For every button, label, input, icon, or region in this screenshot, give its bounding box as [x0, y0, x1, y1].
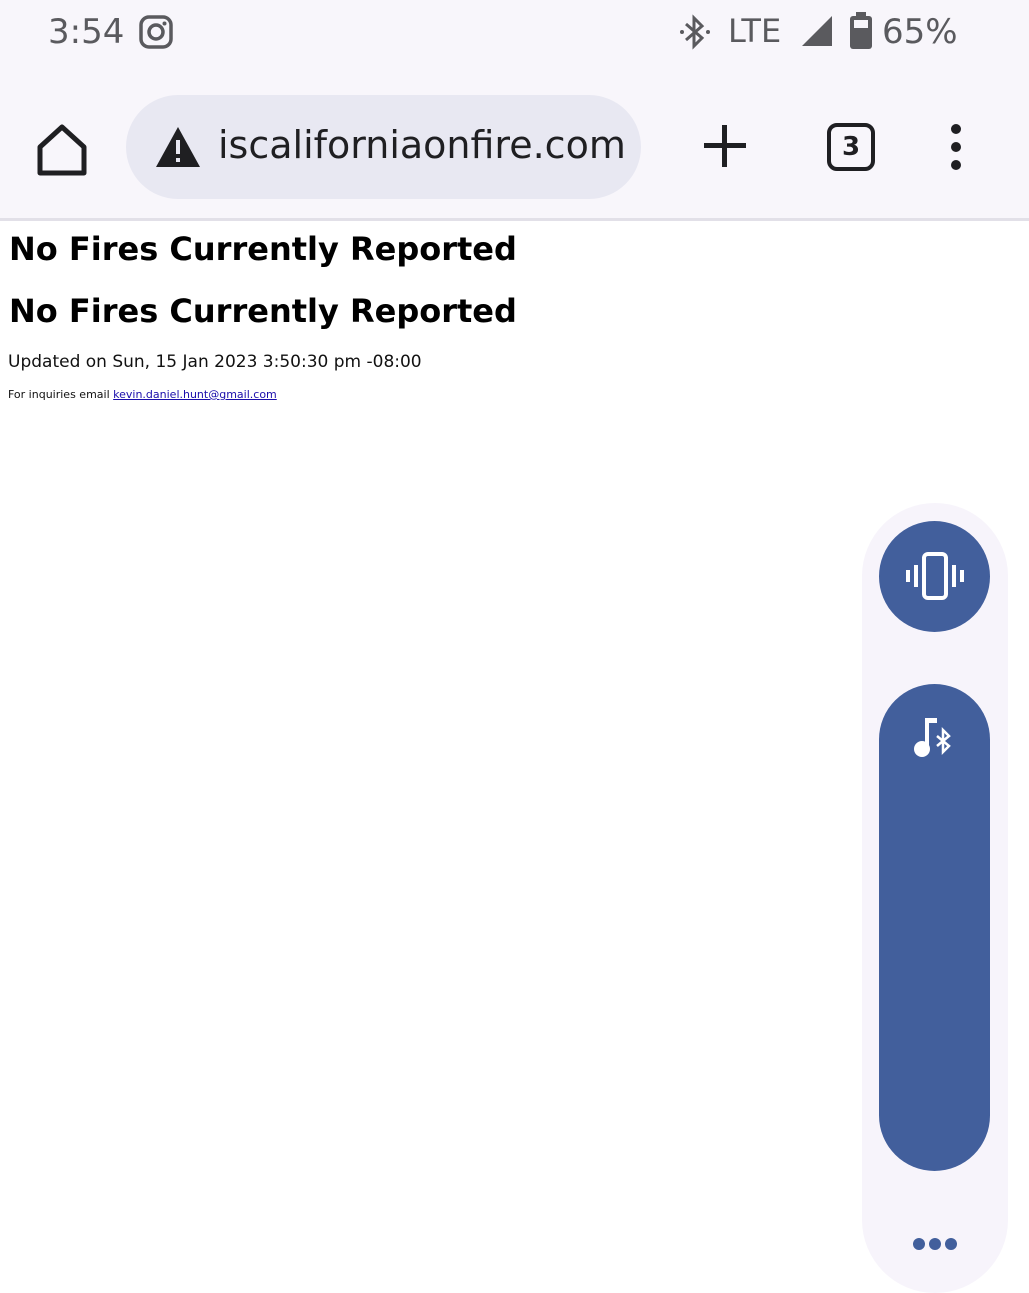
- ringer-mode-button[interactable]: [879, 521, 990, 632]
- status-time: 3:54: [48, 12, 125, 52]
- url-text[interactable]: iscaliforniaonfire.com: [218, 123, 628, 167]
- more-horiz-icon[interactable]: [912, 1236, 958, 1252]
- page-heading-secondary: No Fires Currently Reported: [9, 292, 517, 330]
- media-volume-slider[interactable]: [879, 684, 990, 1171]
- instagram-icon: [139, 15, 173, 49]
- address-bar[interactable]: iscaliforniaonfire.com: [126, 95, 641, 199]
- more-vert-icon[interactable]: [944, 123, 968, 171]
- battery-icon: [850, 12, 872, 49]
- page-heading: No Fires Currently Reported: [9, 230, 517, 268]
- status-bar: 3:54 LTE 65%: [0, 0, 1029, 75]
- email-link[interactable]: kevin.daniel.hunt@gmail.com: [113, 388, 277, 401]
- inquiries-line: For inquiries email kevin.daniel.hunt@gm…: [8, 388, 277, 401]
- volume-panel: [862, 503, 1008, 1293]
- vibrate-icon: [906, 552, 964, 600]
- inquiries-label: For inquiries email: [8, 388, 114, 401]
- browser-toolbar: iscaliforniaonfire.com 3: [0, 75, 1029, 221]
- warning-icon[interactable]: [154, 125, 202, 169]
- bluetooth-icon: [680, 14, 710, 50]
- tab-switcher-button[interactable]: 3: [827, 123, 875, 171]
- plus-icon[interactable]: [700, 121, 750, 171]
- signal-icon: [802, 16, 832, 46]
- home-icon[interactable]: [32, 119, 92, 179]
- music-bluetooth-icon: [914, 718, 951, 757]
- updated-timestamp: Updated on Sun, 15 Jan 2023 3:50:30 pm -…: [8, 352, 422, 372]
- battery-percent: 65%: [882, 12, 958, 52]
- network-type: LTE: [728, 12, 782, 50]
